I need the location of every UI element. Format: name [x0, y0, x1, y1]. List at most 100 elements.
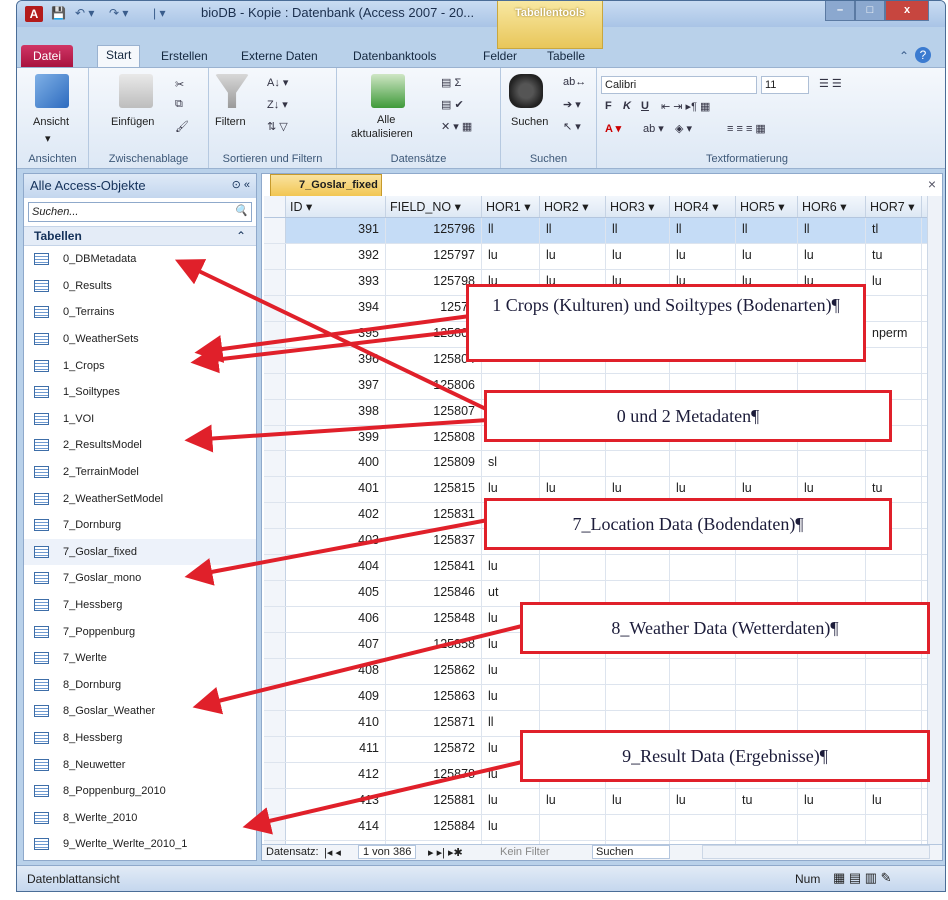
suchen-button[interactable]: Suchen	[511, 116, 548, 128]
table-cell[interactable]: ll	[670, 218, 736, 243]
row-selector[interactable]	[264, 269, 286, 295]
nav-item-table[interactable]: 1_Soiltypes	[24, 379, 256, 406]
record-position-input[interactable]: 1 von 386	[358, 845, 417, 859]
row-selector[interactable]	[264, 295, 286, 321]
chevron-up-icon[interactable]: ⌃	[236, 229, 246, 243]
record-search-input[interactable]: Suchen	[592, 845, 670, 859]
clear-sort-icon[interactable]: ⇅ ▽	[267, 120, 288, 133]
table-cell[interactable]: 125862	[386, 658, 482, 684]
table-cell[interactable]: ll	[482, 218, 540, 243]
font-color-icon[interactable]: A ▾	[605, 122, 621, 135]
column-header[interactable]: HOR6 ▾	[798, 196, 866, 217]
table-cell[interactable]: 125806	[386, 373, 482, 399]
table-cell[interactable]: 125878	[386, 762, 482, 788]
column-header[interactable]: HOR2 ▾	[540, 196, 606, 217]
row-selector[interactable]	[264, 243, 286, 269]
view-icon[interactable]	[35, 74, 69, 108]
nav-collapse-icon[interactable]: ⊙ «	[232, 178, 250, 191]
column-dropdown-icon[interactable]: ▾	[303, 200, 312, 214]
row-selector[interactable]	[264, 321, 286, 347]
table-cell[interactable]: 125848	[386, 607, 482, 632]
format-painter-icon[interactable]: 🖌	[175, 120, 189, 133]
table-cell[interactable]: ll	[736, 218, 798, 243]
tab-externe-daten[interactable]: Externe Daten	[241, 49, 318, 63]
table-cell[interactable]: lu	[736, 243, 798, 269]
table-cell[interactable]	[606, 658, 670, 684]
table-cell[interactable]	[798, 555, 866, 581]
column-header[interactable]: HOR7 ▾	[866, 196, 922, 217]
table-cell[interactable]: 401	[286, 477, 386, 503]
bold-button[interactable]: F	[605, 100, 612, 112]
table-cell[interactable]: tl	[866, 218, 922, 243]
table-cell[interactable]: 407	[286, 633, 386, 658]
table-cell[interactable]: 408	[286, 658, 386, 684]
nav-item-table[interactable]: 7_Goslar_mono	[24, 565, 256, 592]
row-selector[interactable]	[264, 218, 286, 243]
table-cell[interactable]: lu	[866, 788, 922, 814]
table-cell[interactable]: 125808	[386, 425, 482, 451]
table-cell[interactable]: lu	[670, 788, 736, 814]
table-row[interactable]: 414 125884 lu	[264, 814, 928, 841]
table-cell[interactable]: lu	[482, 684, 540, 710]
underline-button[interactable]: U	[641, 100, 649, 112]
replace-icon[interactable]: ab↔	[563, 76, 586, 88]
table-cell[interactable]: 410	[286, 710, 386, 736]
nav-group-tabellen[interactable]: Tabellen ⌃	[24, 226, 256, 246]
nav-item-table[interactable]: 8_Dornburg	[24, 672, 256, 699]
column-header[interactable]: ID ▾	[286, 196, 386, 217]
table-cell[interactable]: 125841	[386, 555, 482, 581]
row-selector[interactable]	[264, 347, 286, 373]
table-cell[interactable]: 125863	[386, 684, 482, 710]
column-header[interactable]: HOR3 ▾	[606, 196, 670, 217]
table-cell[interactable]: 402	[286, 503, 386, 529]
column-header[interactable]: HOR1 ▾	[482, 196, 540, 217]
save-icon[interactable]: 💾	[51, 6, 66, 20]
table-cell[interactable]: 398	[286, 399, 386, 425]
table-cell[interactable]: 125815	[386, 477, 482, 503]
maximize-button[interactable]: □	[855, 1, 885, 21]
table-cell[interactable]	[540, 684, 606, 710]
column-dropdown-icon[interactable]: ▾	[775, 200, 784, 214]
indent-icons[interactable]: ⇤ ⇥ ▸¶ ▦	[661, 100, 710, 113]
nav-header[interactable]: Alle Access-Objekte ⊙ «	[24, 174, 256, 198]
table-cell[interactable]: 125858	[386, 633, 482, 658]
table-cell[interactable]	[736, 451, 798, 477]
filtern-button[interactable]: Filtern	[215, 116, 246, 128]
table-cell[interactable]: 395	[286, 321, 386, 347]
table-cell[interactable]: ll	[540, 218, 606, 243]
table-cell[interactable]: lu	[670, 243, 736, 269]
row-selector[interactable]	[264, 710, 286, 736]
table-cell[interactable]	[540, 814, 606, 840]
table-cell[interactable]	[866, 658, 922, 684]
table-cell[interactable]	[798, 684, 866, 710]
table-cell[interactable]: 400	[286, 451, 386, 477]
table-cell[interactable]: lu	[482, 788, 540, 814]
table-cell[interactable]: 391	[286, 218, 386, 243]
nav-item-table[interactable]: 8_Goslar_Weather	[24, 698, 256, 725]
no-filter-button[interactable]: Kein Filter	[500, 846, 550, 858]
nav-item-table[interactable]: 7_Goslar_fixed	[24, 538, 256, 566]
row-selector[interactable]	[264, 399, 286, 425]
view-switch-icons[interactable]: ▦ ▤ ▥ ✎	[833, 870, 892, 886]
refresh-all-button-line1[interactable]: Alle	[377, 114, 395, 126]
table-row[interactable]: 392 125797 lu lu lu lu lu lu tu	[264, 243, 928, 270]
nav-item-table[interactable]: 1_VOI	[24, 406, 256, 433]
close-document-button[interactable]: ×	[928, 176, 936, 192]
sort-descending-icon[interactable]: Z↓ ▾	[267, 98, 288, 111]
italic-button[interactable]: K	[623, 100, 631, 112]
nav-item-table[interactable]: 2_WeatherSetModel	[24, 485, 256, 512]
refresh-all-button[interactable]: aktualisieren	[351, 128, 413, 140]
nav-item-table[interactable]: 7_Poppenburg	[24, 618, 256, 645]
table-cell[interactable]	[540, 658, 606, 684]
table-cell[interactable]: 399	[286, 425, 386, 451]
row-selector[interactable]	[264, 658, 286, 684]
nav-item-table[interactable]: 1_Crops	[24, 352, 256, 379]
table-cell[interactable]: lu	[798, 243, 866, 269]
table-cell[interactable]: 393	[286, 269, 386, 295]
table-cell[interactable]	[866, 555, 922, 581]
paste-icon[interactable]	[119, 74, 153, 108]
refresh-all-icon[interactable]	[371, 74, 405, 108]
access-app-icon[interactable]: A	[25, 6, 43, 22]
table-cell[interactable]: 125796	[386, 218, 482, 243]
table-cell[interactable]: lu	[482, 555, 540, 581]
